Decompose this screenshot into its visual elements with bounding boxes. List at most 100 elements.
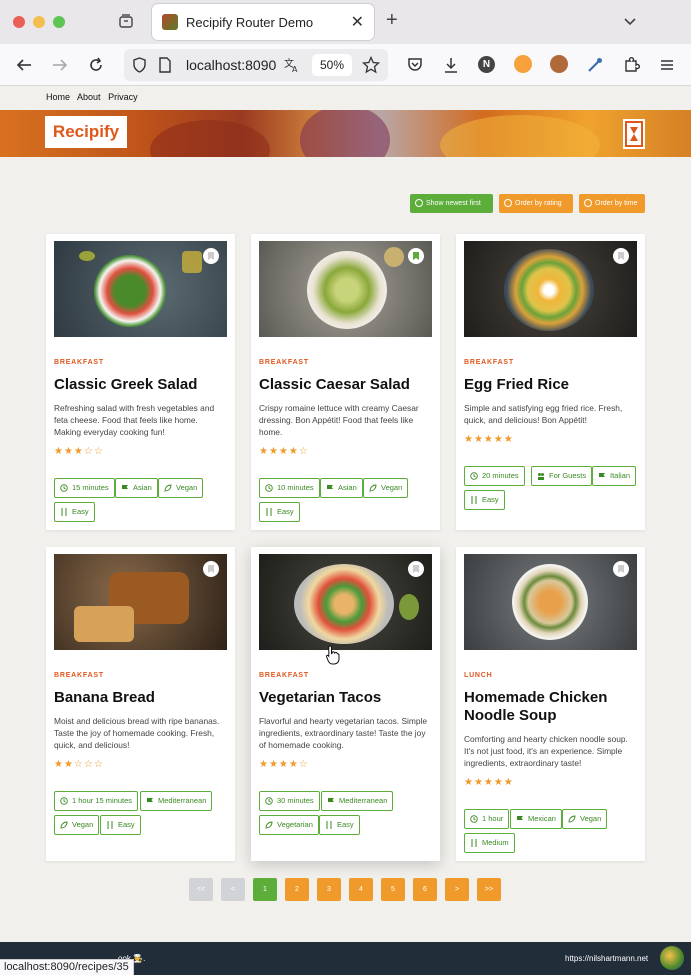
chevron-down-icon[interactable] (622, 13, 638, 29)
tag-label: Mediterranean (339, 796, 388, 805)
tag-label: Asian (133, 483, 152, 492)
recipe-card[interactable]: BREAKFAST Egg Fried Rice Simple and sati… (456, 234, 645, 530)
tag-label: Easy (277, 507, 294, 516)
maximize-window-button[interactable] (53, 16, 65, 28)
back-icon[interactable] (15, 56, 33, 74)
top-nav: Home About Privacy (46, 92, 143, 102)
recipe-card[interactable]: LUNCH Homemade Chicken Noodle Soup Comfo… (456, 547, 645, 861)
utensils-icon (471, 496, 477, 504)
recipe-title[interactable]: Vegetarian Tacos (259, 689, 434, 707)
recipe-title[interactable]: Homemade Chicken Noodle Soup (464, 689, 639, 725)
page-5-button[interactable]: 5 (381, 878, 405, 901)
nav-home-link[interactable]: Home (46, 92, 70, 102)
tag-label: 1 hour (482, 814, 504, 823)
sort-time-button[interactable]: Order by time (579, 194, 645, 213)
recipe-card[interactable]: BREAKFAST Vegetarian Tacos Flavorful and… (251, 547, 440, 861)
nav-privacy-link[interactable]: Privacy (108, 92, 138, 102)
bookmark-toggle[interactable] (408, 248, 424, 264)
hand-cursor-icon (325, 645, 340, 665)
page-last-button[interactable]: >> (477, 878, 501, 901)
sort-newest-button[interactable]: Show newest first (410, 194, 493, 213)
star-bookmark-icon[interactable] (362, 56, 380, 74)
recipe-image[interactable] (259, 554, 432, 650)
zoom-level[interactable]: 50% (312, 54, 352, 76)
tag-label: 15 minutes (72, 483, 109, 492)
clock-icon (265, 797, 273, 805)
recipe-tag-difficulty: Easy (464, 490, 505, 510)
eyedropper-icon[interactable] (586, 56, 604, 74)
avatar[interactable] (660, 946, 684, 970)
tab-recipify[interactable]: Recipify Router Demo ✕ (152, 4, 374, 40)
recipe-image[interactable] (259, 241, 432, 337)
tag-label: 10 minutes (277, 483, 314, 492)
extension-cookie-icon[interactable] (550, 55, 568, 73)
flag-icon (122, 485, 128, 492)
page-6-button[interactable]: 6 (413, 878, 437, 901)
flag-icon (328, 798, 334, 805)
recipe-title[interactable]: Egg Fried Rice (464, 376, 639, 394)
recipe-image[interactable] (464, 554, 637, 650)
page-1-button[interactable]: 1 (253, 878, 277, 901)
tag-label: Mexican (528, 814, 556, 823)
flag-icon (517, 816, 523, 823)
bookmark-toggle[interactable] (613, 248, 629, 264)
pocket-icon[interactable] (406, 56, 424, 74)
recipe-card[interactable]: BREAKFAST Classic Greek Salad Refreshing… (46, 234, 235, 530)
page-prev-button[interactable]: < (221, 878, 245, 901)
recipe-category: BREAKFAST (259, 672, 309, 679)
recipe-title[interactable]: Classic Caesar Salad (259, 376, 434, 394)
translate-icon[interactable]: 文A (284, 57, 300, 73)
new-tab-icon[interactable]: + (386, 9, 398, 32)
forward-icon[interactable] (51, 56, 69, 74)
page-icon[interactable] (158, 57, 172, 73)
leaf-icon (265, 821, 273, 829)
recipe-image[interactable] (464, 241, 637, 337)
clock-icon (265, 484, 273, 492)
close-tab-icon[interactable]: ✕ (351, 12, 364, 32)
recipe-tag-difficulty: Easy (319, 815, 360, 835)
footer-link[interactable]: https://nilshartmann.net (565, 954, 648, 963)
leaf-icon (60, 821, 68, 829)
recipe-image[interactable] (54, 554, 227, 650)
recipe-title[interactable]: Banana Bread (54, 689, 229, 707)
recipify-logo[interactable]: Recipify (45, 116, 127, 148)
recipe-card[interactable]: BREAKFAST Banana Bread Moist and delicio… (46, 547, 235, 861)
sort-time-label: Order by time (595, 200, 638, 207)
extension-n-icon[interactable]: N (478, 56, 495, 73)
page-4-button[interactable]: 4 (349, 878, 373, 901)
recipe-image[interactable] (54, 241, 227, 337)
clock-icon (470, 815, 478, 823)
page-first-button[interactable]: << (189, 878, 213, 901)
close-window-button[interactable] (13, 16, 25, 28)
svg-text:A: A (292, 65, 298, 73)
star-rating: ★★★☆☆ (54, 446, 104, 457)
star-rating: ★★★★☆ (259, 446, 309, 457)
recipe-description: Refreshing salad with fresh vegetables a… (54, 403, 215, 437)
page-2-button[interactable]: 2 (285, 878, 309, 901)
menu-icon[interactable] (658, 56, 676, 74)
bookmark-toggle[interactable] (203, 561, 219, 577)
recipe-tag-diet: Vegan (54, 815, 100, 835)
nav-about-link[interactable]: About (77, 92, 101, 102)
star-rating: ★★☆☆☆ (54, 759, 104, 770)
download-icon[interactable] (442, 56, 460, 74)
tab-overview-icon[interactable] (118, 13, 134, 29)
page-3-button[interactable]: 3 (317, 878, 341, 901)
recipe-card[interactable]: BREAKFAST Classic Caesar Salad Crispy ro… (251, 234, 440, 530)
shield-icon[interactable] (132, 57, 147, 73)
bookmark-toggle[interactable] (203, 248, 219, 264)
page-next-button[interactable]: > (445, 878, 469, 901)
recipe-tag-cuisine: Asian (115, 478, 158, 498)
bookmark-toggle[interactable] (408, 561, 424, 577)
hourglass-icon[interactable] (623, 119, 645, 149)
sort-rating-button[interactable]: Order by rating (499, 194, 573, 213)
minimize-window-button[interactable] (33, 16, 45, 28)
reload-icon[interactable] (87, 56, 105, 74)
bookmark-toggle[interactable] (613, 561, 629, 577)
utensils-icon (266, 508, 272, 516)
url-bar[interactable]: localhost:8090 文A 50% (124, 49, 388, 81)
extensions-puzzle-icon[interactable] (622, 56, 640, 74)
extension-g-icon[interactable] (514, 55, 532, 73)
recipe-title[interactable]: Classic Greek Salad (54, 376, 229, 394)
url-text[interactable]: localhost:8090 (186, 57, 286, 73)
